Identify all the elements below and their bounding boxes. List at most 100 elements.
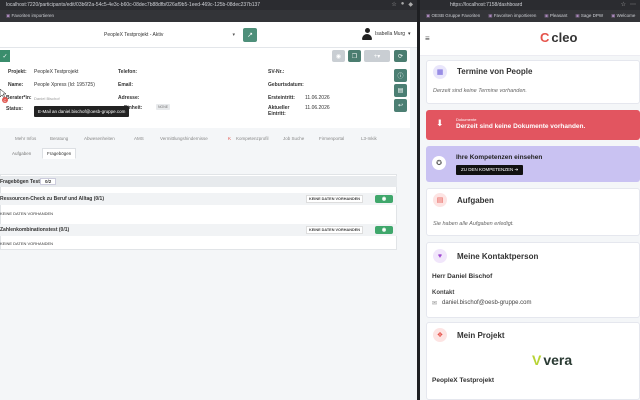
tab-firmenportal[interactable]: Firmenportal [319,136,344,141]
project-select-value: PeopleX Testprojekt - Aktiv [104,32,164,38]
project-select[interactable]: PeopleX Testprojekt - Aktiv ▾ [100,29,235,41]
eye-button[interactable]: ◉ [332,50,345,62]
cleo-header [420,22,640,56]
tab-abwesenheiten[interactable]: Abwesenheiten [84,136,115,141]
view-button[interactable]: ◉ [375,195,393,203]
cleo-logo-text: cleo [551,30,578,45]
bookmark-item[interactable]: Sage DPW [575,13,603,19]
cleo-logo: C cleo [540,30,577,45]
refresh-icon: ⟳ [397,53,404,60]
star-icon[interactable]: ☆ [621,1,626,8]
telefon-label: Telefon: [118,69,138,75]
dokumente-banner[interactable]: ⬇ Dokumente Derzeit sind keine Dokumente… [426,110,640,140]
questionnaire-title: Zahlenkombinationstest (0/1) [0,227,70,233]
bookmark-item[interactable]: Welcome [611,13,636,19]
star-icon[interactable]: ☆ [391,1,396,8]
chat-icon[interactable]: ◆ [408,1,413,8]
projekt-title: Mein Projekt [457,331,505,340]
ersteintritt-value: 11.06.2026 [305,95,330,101]
cleo-logo-icon: C [540,30,550,45]
bookmarks-bar-right: OESB Gruppe Favoriten Favoriten importie… [420,10,640,22]
hamburger-menu-icon[interactable]: ≡ [425,34,430,43]
tab-kompetenzprofil[interactable]: Kompetenzprofil [236,136,269,141]
tab-vermittlungshindernisse[interactable]: Vermittlungshindernisse [160,136,208,141]
tab-mehr-infos[interactable]: Mehr Infos [15,136,36,141]
bookmarks-bar-left: Favoriten importieren [0,10,417,22]
tab-l3-inkik[interactable]: L3-Inkik [361,136,377,141]
kontakt-label: Kontakt [432,290,455,296]
tab-aufgaben[interactable]: Aufgaben [12,151,31,156]
user-menu[interactable]: Isabella Murg ▾ [362,28,411,40]
share-button[interactable]: ↩ [394,99,407,112]
save-button[interactable]: ✓ [0,50,10,62]
browser-actions-right: ☆ ⋯ [621,1,636,8]
kompetenzen-banner: ✪ Ihre Kompetenzen einsehen ZU DEN KOMPE… [426,146,640,182]
berater-label: Berater*in: [6,95,32,101]
copy-button[interactable]: ❐ [348,50,361,62]
panel-title: Fragebögen Test [0,178,40,185]
questionnaire-sub: KEINE DATEN VORHANDEN [0,211,54,216]
termine-card: ▦ Termine von People Derzeit sind keine … [426,60,640,104]
bookmark-item[interactable]: Pleasant [544,13,568,19]
menu-dots-icon[interactable]: ⋯ [630,1,636,8]
kontakt-name: Herr Daniel Bischof [432,273,493,280]
bookmark-item[interactable]: Favoriten importieren [6,13,55,19]
projekt-label: Projekt: [8,69,27,75]
chevron-down-icon: ▾ [408,31,411,37]
tab-frageboegen[interactable]: Fragebögen [42,148,77,159]
address-bar-left[interactable]: localhost:7220/participants/edit/03b6f2a… [6,2,260,8]
bookmark-item[interactable]: Favoriten importieren [488,13,537,19]
tab-beratung[interactable]: Beratung [50,136,68,141]
questionnaire-sub: KEINE DATEN VORHANDEN [0,241,54,246]
email-tooltip: E-Mail an daniel.bischof@oesb-gruppe.com [34,106,130,117]
kompetenzen-button-label: ZU DEN KOMPETENZEN [461,167,514,172]
vera-logo: V vera [532,352,572,368]
tabs-row-2: Aufgaben Fragebögen [0,148,410,162]
projekt-value: PeopleX Testprojekt [34,69,79,75]
bookmark-item[interactable]: OESB Gruppe Favoriten [426,13,481,19]
info-button[interactable]: ⓘ [394,69,407,82]
aufgaben-text: Sie haben alle Aufgaben erledigt. [433,221,514,227]
status-label: Status: [6,106,23,112]
tab-ams[interactable]: AMS [134,136,144,141]
eye-icon: ◉ [335,53,342,60]
info-icon: ⓘ [397,74,404,80]
profile-icon[interactable]: ● [401,1,405,8]
einheit-badge: NONE [156,104,171,110]
kontakt-email[interactable]: daniel.bischof@oesb-gruppe.com [442,300,531,306]
questionnaire-row: Zahlenkombinationstest (0/1) KEINE DATEN… [0,224,397,236]
external-link-icon: ↗ [247,32,253,39]
termine-title: Termine von People [457,67,533,76]
refresh-button[interactable]: ⟳ [394,50,407,62]
eye-icon: ◉ [381,227,387,233]
calendar-icon: ▦ [433,65,447,79]
eye-icon: ◉ [381,196,387,202]
download-icon: ⬇ [436,118,444,128]
add-user-button[interactable]: +▾ [364,50,390,62]
address-bar-right[interactable]: https://localhost:7158/dashboard [450,2,522,8]
no-data-badge: KEINE DATEN VORHANDEN [306,195,363,203]
browser-tabbar-right: https://localhost:7158/dashboard ☆ ⋯ [420,0,640,10]
ersteintritt-label: Ersteintritt: [268,95,295,101]
view-button[interactable]: ◉ [375,226,393,234]
name-value: People Xpress (Id: 195725) [34,82,95,88]
project-icon: ❖ [433,328,447,342]
open-external-button[interactable]: ↗ [243,28,257,42]
berater-value[interactable]: Daniel Bischof [34,96,60,101]
check-icon: ✓ [2,53,8,60]
aufgaben-title: Aufgaben [457,196,494,205]
sv-label: SV-Nr.: [268,69,285,75]
mail-icon: ✉ [432,301,438,307]
heart-icon: ♥ [433,249,447,263]
k-logo-icon: K [228,135,232,141]
vera-logo-icon: V [532,352,542,368]
browser-actions-left: ☆ ● ◆ [391,1,413,8]
kompetenzen-button[interactable]: ZU DEN KOMPETENZEN ➔ [456,165,524,175]
cleo-marker-icon: C [2,97,8,103]
tab-job-suche[interactable]: Job Suche [283,136,304,141]
share-icon: ↩ [397,103,404,109]
document-icon: ▤ [433,193,447,207]
adresse-label: Adresse: [118,95,140,101]
vera-logo-text: vera [543,352,573,368]
id-card-button[interactable]: ▤ [394,84,407,97]
